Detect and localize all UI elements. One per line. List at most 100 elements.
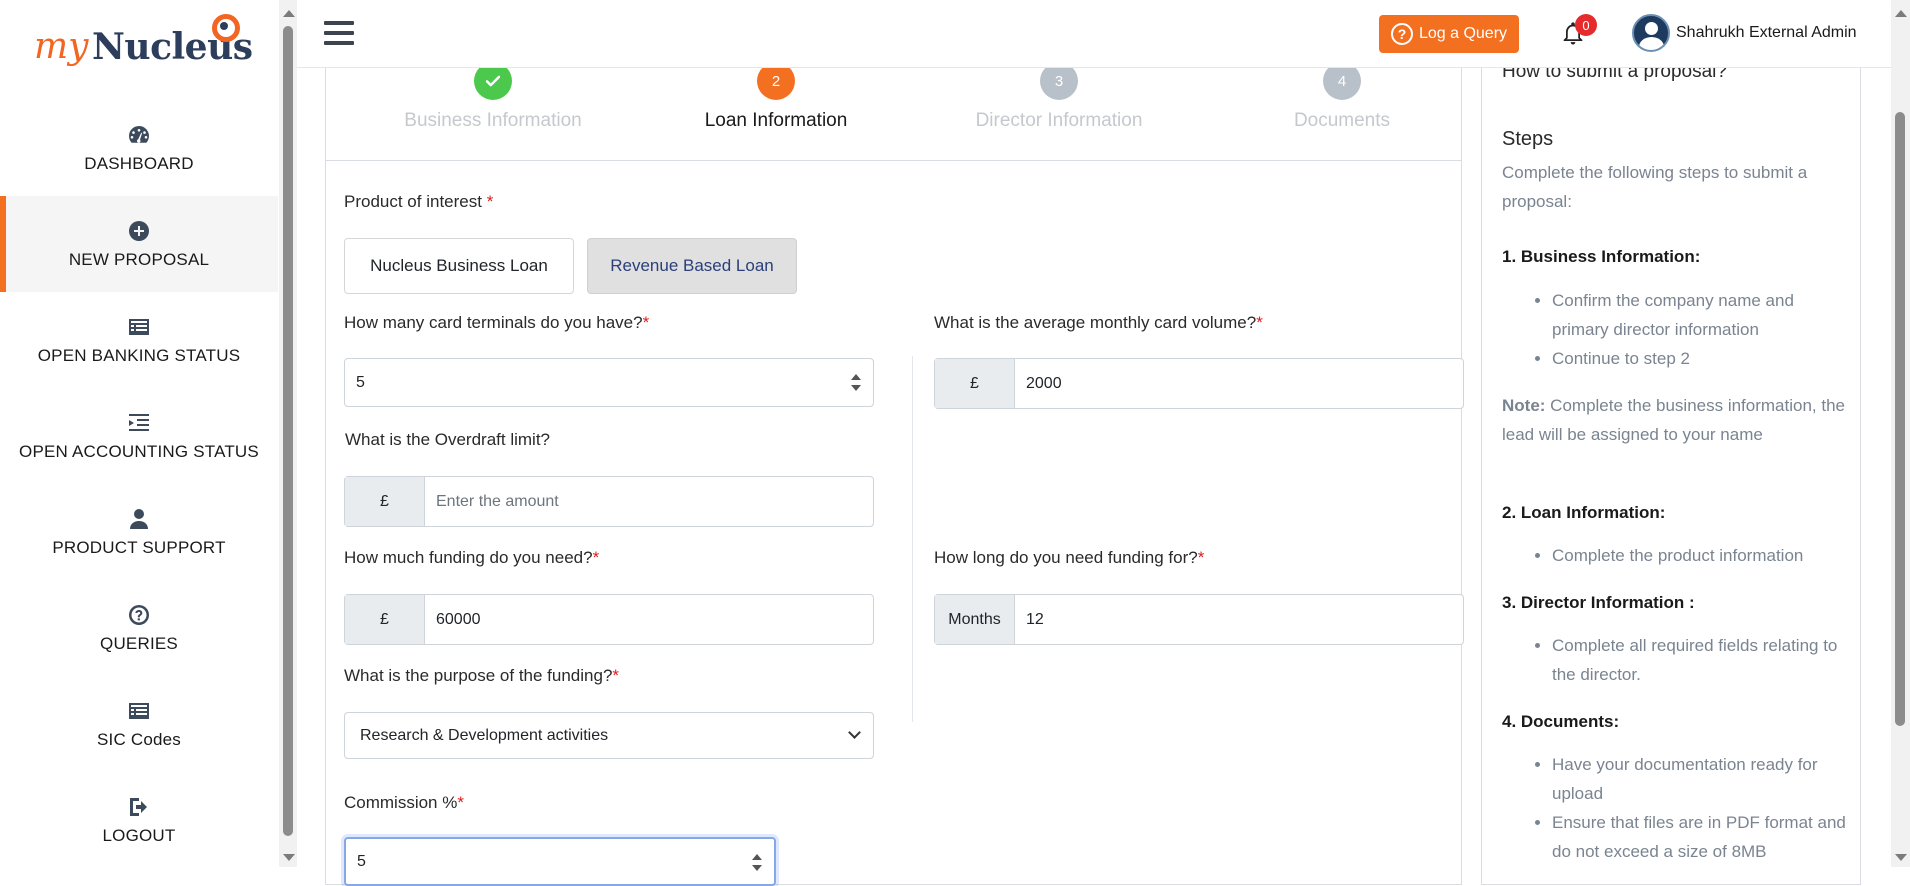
help-director-list: Complete all required fields relating to…	[1502, 631, 1852, 689]
pound-prefix: £	[345, 477, 425, 526]
funding-duration-value: 12	[1026, 610, 1044, 628]
card-terminals-value: 5	[356, 373, 365, 391]
help-note: Note: Complete the business information,…	[1502, 391, 1847, 449]
label-text: What is the purpose of the funding?	[344, 666, 613, 685]
sidebar-item-open-banking-status[interactable]: OPEN BANKING STATUS	[0, 292, 278, 388]
funding-purpose-label: What is the purpose of the funding?*	[344, 666, 619, 686]
card-volume-field[interactable]: £ 2000	[934, 358, 1464, 409]
sidebar-item-label: LOGOUT	[102, 826, 176, 845]
topbar: ? Log a Query 0 Shahrukh External Admin	[297, 0, 1891, 68]
card-terminals-stepper[interactable]: 5	[344, 358, 874, 407]
sidebar-item-open-accounting-status[interactable]: OPEN ACCOUNTING STATUS	[0, 388, 278, 484]
scroll-up-arrow-icon[interactable]	[1895, 10, 1907, 17]
column-divider	[912, 356, 913, 722]
funding-duration-label: How long do you need funding for?*	[934, 548, 1204, 568]
label-text: How long do you need funding for?	[934, 548, 1198, 567]
required-mark: *	[612, 666, 620, 685]
wizard-step-label: Director Information	[975, 110, 1143, 131]
note-text: Complete the business information, the l…	[1502, 396, 1846, 444]
menu-toggle-icon[interactable]	[324, 21, 354, 47]
list-item: Ensure that files are in PDF format and …	[1552, 808, 1852, 866]
list-card-icon	[127, 698, 151, 724]
spinner-arrows-icon[interactable]	[851, 374, 861, 394]
label-text: How many card terminals do you have?	[344, 313, 643, 332]
sidebar-item-label: QUERIES	[100, 634, 178, 653]
sidebar-scrollbar[interactable]	[279, 0, 297, 867]
funding-amount-field[interactable]: £ 60000	[344, 594, 874, 645]
sidebar-scroll-thumb[interactable]	[283, 26, 293, 836]
label-text: Product of interest	[344, 192, 487, 211]
sidebar-item-label: DASHBOARD	[84, 154, 194, 173]
scroll-up-arrow-icon[interactable]	[283, 10, 295, 17]
required-mark: *	[642, 313, 650, 332]
proposal-form-card: Business Information 2 Loan Information …	[325, 55, 1464, 886]
sidebar-item-dashboard[interactable]: DASHBOARD	[0, 100, 278, 196]
months-prefix: Months	[935, 595, 1015, 644]
sidebar-item-product-support[interactable]: PRODUCT SUPPORT	[0, 484, 278, 580]
funding-amount-value: 60000	[436, 610, 481, 628]
indent-list-icon	[127, 410, 151, 436]
wizard-step-documents[interactable]: 4 Documents	[1227, 62, 1457, 132]
logo-ring-icon	[212, 14, 240, 42]
help-section-documents: 4. Documents:	[1502, 712, 1620, 731]
funding-purpose-select[interactable]: Research & Development activities	[344, 712, 874, 759]
required-mark: *	[1256, 313, 1263, 332]
wizard-step-business-information[interactable]: Business Information	[378, 62, 608, 132]
card-volume-value: 2000	[1026, 374, 1062, 392]
log-query-button[interactable]: ? Log a Query	[1379, 15, 1519, 53]
logo-my: my	[34, 26, 89, 67]
commission-label: Commission %*	[344, 793, 464, 813]
product-of-interest-label: Product of interest *	[344, 192, 493, 212]
sidebar-item-label: PRODUCT SUPPORT	[52, 538, 226, 557]
sidebar-item-sic-codes[interactable]: SIC Codes	[0, 676, 278, 772]
page-scroll-thumb[interactable]	[1895, 112, 1905, 726]
wizard-step-director-information[interactable]: 3 Director Information	[944, 62, 1174, 132]
sidebar-item-new-proposal[interactable]: NEW PROPOSAL	[0, 196, 278, 292]
label-text: Commission %	[344, 793, 458, 812]
mynucleus-logo[interactable]: my Nucleus	[34, 14, 254, 74]
log-query-label: Log a Query	[1418, 25, 1508, 42]
list-item: Complete the product information	[1552, 541, 1852, 570]
pound-prefix: £	[345, 595, 425, 644]
sidebar-item-label: NEW PROPOSAL	[68, 250, 210, 269]
sidebar-item-queries[interactable]: QUERIES	[0, 580, 278, 676]
note-label: Note:	[1502, 396, 1546, 415]
logout-icon	[127, 794, 151, 820]
funding-amount-label: How much funding do you need?*	[344, 548, 599, 568]
product-revenue-based-loan-button[interactable]: Revenue Based Loan	[587, 238, 797, 294]
page-scrollbar[interactable]	[1891, 0, 1910, 867]
help-documents-list: Have your documentation ready for upload…	[1502, 750, 1852, 866]
required-mark: *	[1197, 548, 1205, 567]
avatar	[1632, 14, 1670, 52]
plus-circle-icon	[127, 218, 151, 244]
spinner-arrows-icon[interactable]	[752, 854, 762, 874]
user-menu[interactable]: Shahrukh External Admin	[1632, 14, 1857, 52]
overdraft-placeholder: Enter the amount	[436, 492, 559, 510]
commission-stepper[interactable]: 5	[344, 837, 776, 886]
notifications-bell-icon[interactable]: 0	[1559, 14, 1597, 50]
wizard-step-loan-information[interactable]: 2 Loan Information	[661, 62, 891, 132]
dashboard-icon	[127, 122, 151, 148]
wizard-step-label: Documents	[1293, 110, 1391, 131]
funding-duration-field[interactable]: Months 12	[934, 594, 1464, 645]
wizard-steps: Business Information 2 Loan Information …	[326, 56, 1461, 161]
list-item: Continue to step 2	[1552, 344, 1852, 373]
scroll-down-arrow-icon[interactable]	[1895, 854, 1907, 861]
sidebar-item-logout[interactable]: LOGOUT	[0, 772, 278, 868]
list-item: Complete all required fields relating to…	[1552, 631, 1852, 689]
required-mark: *	[592, 548, 600, 567]
wizard-step-label: Loan Information	[704, 110, 848, 131]
user-name: Shahrukh External Admin	[1676, 24, 1857, 41]
help-business-list: Confirm the company name and primary dir…	[1502, 286, 1852, 373]
product-nucleus-business-loan-button[interactable]: Nucleus Business Loan	[344, 238, 574, 294]
sidebar-item-label: SIC Codes	[96, 730, 181, 749]
sidebar: my Nucleus DASHBOARD NEW PROPOSAL OPEN B…	[0, 0, 278, 867]
overdraft-field[interactable]: £ Enter the amount	[344, 476, 874, 527]
list-card-icon	[127, 314, 151, 340]
notification-count-badge: 0	[1575, 14, 1597, 36]
help-steps-heading: Steps	[1502, 128, 1554, 150]
sidebar-nav: DASHBOARD NEW PROPOSAL OPEN BANKING STAT…	[0, 100, 278, 868]
scroll-down-arrow-icon[interactable]	[283, 854, 295, 861]
funding-purpose-value: Research & Development activities	[360, 726, 609, 744]
user-icon	[127, 506, 151, 532]
